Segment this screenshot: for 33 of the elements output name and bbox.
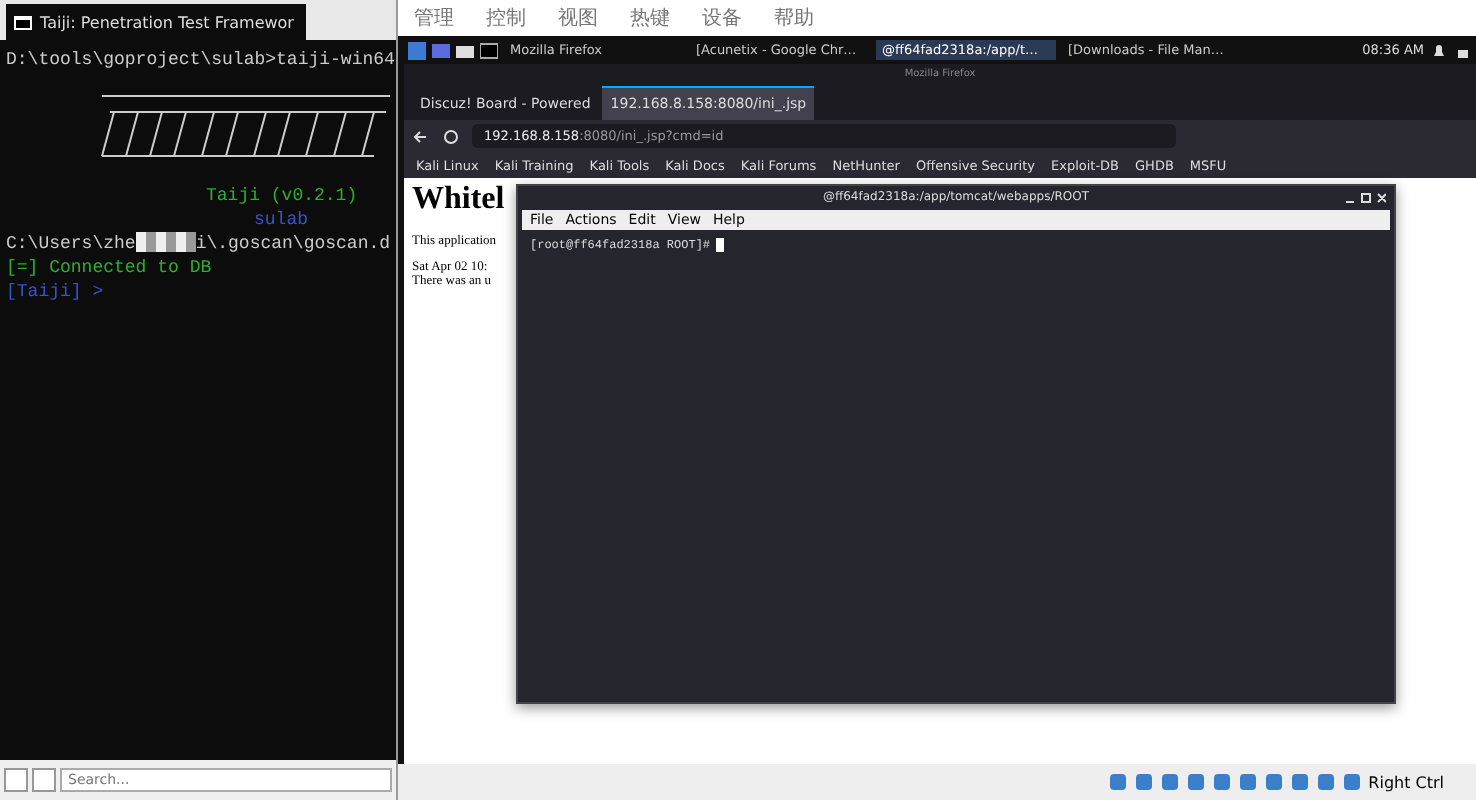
status-text: [=] Connected to DB: [6, 256, 212, 280]
path-text: i\.goscan\goscan.d: [195, 232, 391, 256]
author-text: sulab: [252, 208, 309, 232]
command-line: D:\tools\goproject\sulab>taiji-win64: [6, 48, 395, 72]
device-status-icon[interactable]: [1238, 772, 1259, 792]
device-status-icon[interactable]: [1160, 772, 1181, 792]
text-cursor: [716, 238, 725, 252]
redaction-block: [135, 232, 196, 252]
terminal-icon[interactable]: [480, 41, 498, 59]
device-status-icon[interactable]: [1316, 772, 1337, 792]
menu-item[interactable]: 控制: [486, 4, 526, 32]
host-key-text: Right Ctrl: [1368, 773, 1444, 791]
page-heading: Whitel: [412, 182, 505, 218]
path-text: C:\Users\zhe: [6, 232, 136, 256]
menu-item[interactable]: 管理: [414, 4, 454, 32]
device-status-icon[interactable]: [1108, 772, 1129, 792]
window-controls-icon[interactable]: [1346, 192, 1386, 204]
device-status-icon[interactable]: [1186, 772, 1207, 792]
menu-item[interactable]: 帮助: [774, 4, 814, 32]
device-status-icon[interactable]: [1342, 772, 1363, 792]
device-status-icon[interactable]: [1290, 772, 1311, 792]
menu-item[interactable]: 热键: [630, 4, 670, 32]
device-status-icon[interactable]: [1264, 772, 1285, 792]
version-text: Taiji (v0.2.1): [204, 184, 358, 208]
terminal-icon: [14, 15, 32, 29]
prompt-text: [Taiji] >: [6, 280, 104, 304]
bell-icon[interactable]: [1430, 41, 1448, 59]
terminal-tab[interactable]: Taiji: Penetration Test Framewor: [6, 4, 306, 40]
device-status-icon[interactable]: [1212, 772, 1233, 792]
menu-item[interactable]: 设备: [702, 4, 742, 32]
menu-item[interactable]: 视图: [558, 4, 598, 32]
reload-icon[interactable]: [442, 127, 460, 145]
device-status-icon[interactable]: [1134, 772, 1155, 792]
